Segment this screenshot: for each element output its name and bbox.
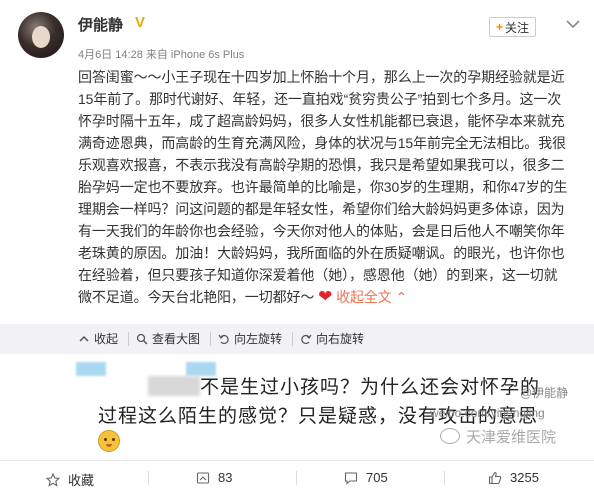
post-line: 怀孕时隔十五年，成了超高龄妈妈，很多人女性机能都已衰退，能怀孕本来就充: [78, 113, 565, 129]
action-bar: 收藏 83 705 3255: [0, 460, 594, 495]
rotate-left-label: 向左旋转: [234, 332, 283, 346]
heart-icon: ❤: [318, 287, 333, 306]
post-line: 有一天我们的年龄你也会经验，今天你对他人的体贴，会是日后他人不嘲笑你年: [78, 223, 565, 239]
watermark-url: weibo.com/yinengjing: [430, 406, 545, 420]
post-line: 乐观喜欢报喜，不表示我没有高龄孕期的恐惧，我只是希望如果我可以，很多二: [78, 157, 565, 173]
post-text: 回答闺蜜～～小王子现在十四岁加上怀胎十个月，那么上一次的孕期经验就是近 15年前…: [78, 66, 578, 308]
post-image[interactable]: 不是生过小孩吗？为什么还会对怀孕的 过程这么陌生的感觉？只是疑惑，没有攻击的意思…: [0, 354, 594, 460]
username[interactable]: 伊能静: [78, 14, 123, 35]
post-line: 在经验着，但只要孩子知道你深爱着他（她），感恩他（她）的到来，这一切就: [78, 267, 558, 283]
post-line: 满奇迹恩典，而高龄的生育充满风险，身体的状况与15年前完全无法相比。我很: [78, 135, 566, 151]
image-toolbar: 收起 查看大图 向左旋转 向右旋转: [0, 324, 594, 354]
verified-icon: V: [135, 14, 146, 31]
repost-icon: [196, 471, 210, 484]
post-line: 理期会一样吗？问这问题的都是年轻女性，希望你们给大龄妈妈更多体谅，因为: [78, 201, 565, 217]
magnify-icon: [136, 333, 148, 345]
rotate-right-icon: [301, 334, 312, 344]
repost-count: 83: [218, 470, 233, 485]
rotate-left-icon: [218, 334, 229, 344]
collapse-text-link[interactable]: 收起全文 ⌃: [336, 289, 407, 305]
chevron-up-icon: ⌃: [395, 289, 408, 305]
image-comment-line: 不是生过小孩吗？为什么还会对怀孕的: [200, 377, 541, 398]
post-line: 微不足道。今天台北艳阳，一切都好～: [78, 289, 315, 305]
post-line: 胎孕妈一定也不要放弃。也许最简单的比喻是，你30岁的生理期，和你47岁的生: [78, 179, 568, 195]
blurred-text: [148, 376, 200, 396]
collapse-image-button[interactable]: 收起: [78, 330, 118, 347]
rotate-right-button[interactable]: 向右旋转: [300, 330, 364, 347]
smile-emoji-icon: [98, 430, 120, 452]
post-line: 老珠黄的原因。加油！大龄妈妈，我所面临的外在质疑嘲讽。的眼光，也许你也: [78, 245, 565, 261]
post-line: 15年前了。那时代谢好、年轻，还一直拍戏“贫穷贵公子”拍到七个多月。这一次: [78, 91, 562, 107]
action-divider: [148, 471, 149, 485]
view-large-button[interactable]: 查看大图: [136, 330, 200, 347]
comment-count: 705: [366, 470, 388, 485]
post-header: 伊能静 V 4月6日 14:28 来自 iPhone 6s Plus + 关注: [0, 0, 594, 66]
watermark-account: 天津爱维医院: [466, 429, 557, 446]
view-large-label: 查看大图: [152, 332, 201, 346]
collapse-text-label: 收起全文: [336, 289, 392, 305]
toolbar-divider: [128, 332, 129, 346]
action-divider: [296, 471, 297, 485]
rotate-left-button[interactable]: 向左旋转: [218, 330, 282, 347]
chevron-down-icon[interactable]: [566, 16, 580, 32]
post-line: 回答闺蜜～～小王子现在十四岁加上怀胎十个月，那么上一次的孕期经验就是近: [78, 69, 565, 85]
action-divider: [444, 471, 445, 485]
like-count: 3255: [510, 470, 539, 485]
comment-icon: [344, 471, 358, 485]
follow-button[interactable]: + 关注: [489, 17, 536, 37]
favorite-button[interactable]: 收藏: [46, 470, 94, 489]
star-icon: [46, 472, 60, 487]
rotate-right-label: 向右旋转: [316, 332, 365, 346]
wechat-icon: [440, 428, 460, 444]
repost-button[interactable]: 83: [196, 470, 232, 485]
watermark-handle: @伊能静: [520, 386, 569, 400]
post-line-last: 微不足道。今天台北艳阳，一切都好～ ❤ 收起全文 ⌃: [78, 286, 578, 308]
like-button[interactable]: 3255: [488, 470, 539, 485]
toolbar-divider: [210, 332, 211, 346]
toolbar-divider: [292, 332, 293, 346]
collapse-label: 收起: [94, 332, 119, 346]
thumbs-up-icon: [488, 471, 502, 484]
avatar[interactable]: [18, 12, 64, 58]
collapse-icon: [79, 335, 89, 342]
plus-icon: +: [495, 20, 503, 34]
follow-label: 关注: [505, 20, 530, 35]
post-meta: 4月6日 14:28 来自 iPhone 6s Plus: [78, 49, 245, 61]
favorite-label: 收藏: [68, 473, 95, 488]
comment-button[interactable]: 705: [344, 470, 388, 485]
blurred-name: [76, 362, 106, 376]
